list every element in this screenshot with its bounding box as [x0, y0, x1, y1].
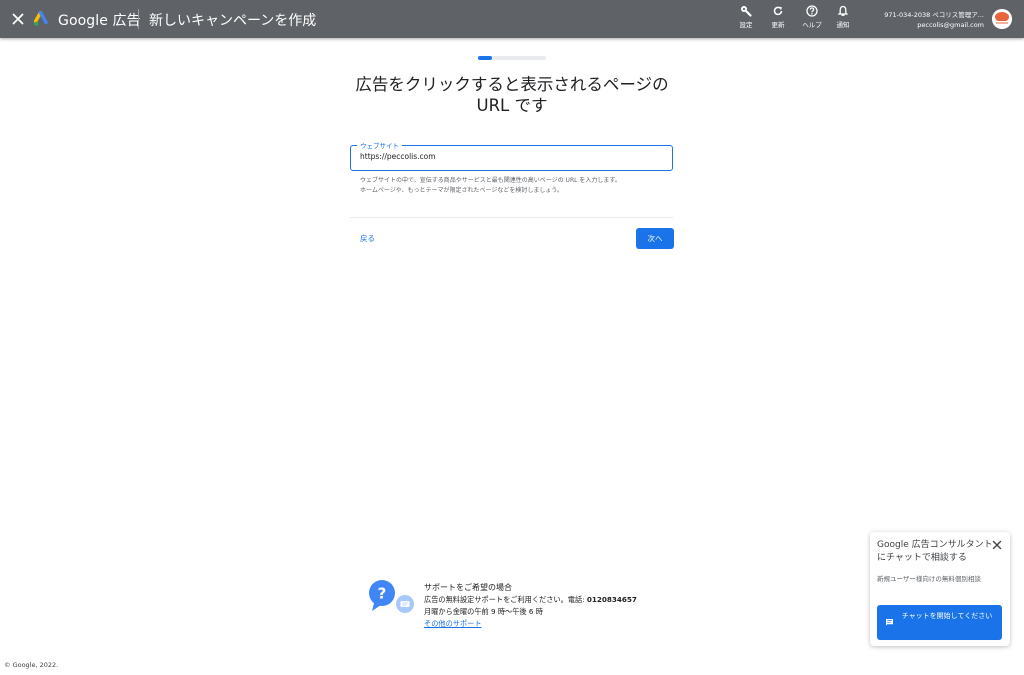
help-button[interactable]: ヘルプ — [796, 5, 828, 29]
account-logo-icon — [992, 9, 1012, 29]
account-id: 971-034-2038 ペコリス管理ア... — [884, 11, 984, 19]
back-button[interactable]: 戻る — [360, 233, 375, 244]
chat-title: Google 広告コンサルタントにチャットで相談する — [877, 540, 993, 563]
chat-close-icon[interactable] — [991, 539, 1003, 551]
support-info: サポートをご希望の場合 広告の無料設定サポートをご利用ください。電話: 0120… — [424, 582, 637, 630]
start-chat-label: チャットを開始してください — [901, 612, 993, 620]
bell-icon — [837, 5, 849, 16]
main-heading: 広告をクリックすると表示されるページの URL です — [312, 74, 712, 116]
settings-button[interactable]: 設定 — [730, 5, 762, 29]
chat-bubble-icon — [886, 619, 893, 626]
refresh-icon — [773, 6, 783, 16]
account-info[interactable]: 971-034-2038 ペコリス管理ア... peccolis@gmail.c… — [884, 10, 984, 30]
next-button[interactable]: 次へ — [636, 228, 674, 249]
start-chat-button[interactable]: チャットを開始してください — [877, 605, 1002, 640]
website-input[interactable] — [360, 152, 660, 161]
progress-fill — [478, 56, 492, 60]
google-ads-logo-icon — [34, 11, 48, 26]
form-divider — [350, 217, 673, 218]
support-hours: 月曜から金曜の午前 9 時〜午後 6 時 — [424, 607, 543, 616]
support-chat-icon: ? — [369, 580, 414, 613]
svg-text:?: ? — [378, 585, 387, 603]
wrench-icon — [741, 6, 752, 17]
website-field-label: ウェブサイト — [357, 140, 402, 150]
website-hint: ウェブサイトの中で、宣伝する商品やサービスと最も関連性の高いページの URL を… — [360, 176, 680, 196]
help-label: ヘルプ — [802, 21, 822, 29]
top-bar: Google 広告 新しいキャンペーンを作成 設定 更新 ヘルプ 通知 971-… — [0, 0, 1024, 38]
settings-label: 設定 — [739, 21, 753, 29]
notifications-button[interactable]: 通知 — [827, 5, 859, 29]
avatar[interactable] — [992, 9, 1012, 29]
refresh-label: 更新 — [771, 21, 785, 29]
chat-description: 新規ユーザー様向けの無料個別相談 — [877, 575, 981, 583]
notifications-label: 通知 — [836, 21, 850, 29]
refresh-button[interactable]: 更新 — [762, 5, 794, 29]
progress-bar — [478, 56, 546, 60]
hint-line-2: ホームページや、もっとテーマが限定されたページなどを検討しましょう。 — [360, 187, 564, 194]
brand-name: Google 広告 — [58, 13, 141, 29]
other-support-link[interactable]: その他のサポート — [424, 619, 482, 628]
support-text: 広告の無料設定サポートをご利用ください。電話: — [424, 595, 587, 604]
support-line-1: 広告の無料設定サポートをご利用ください。電話: 0120834657 — [424, 594, 637, 606]
support-phone: 0120834657 — [586, 595, 637, 604]
hint-line-1: ウェブサイトの中で、宣伝する商品やサービスと最も関連性の高いページの URL を… — [360, 177, 621, 184]
footer-copyright: © Google, 2022. — [4, 661, 59, 669]
support-title: サポートをご希望の場合 — [424, 583, 512, 592]
close-icon[interactable] — [9, 10, 27, 28]
page-title: 新しいキャンペーンを作成 — [149, 13, 317, 29]
website-field[interactable]: ウェブサイト — [350, 140, 673, 171]
heading-line-1: 広告をクリックすると表示されるページの — [355, 75, 669, 94]
account-email: peccolis@gmail.com — [917, 21, 984, 29]
heading-line-2: URL です — [476, 96, 548, 115]
header-divider — [138, 9, 139, 29]
chat-widget: Google 広告コンサルタントにチャットで相談する 新規ユーザー様向けの無料個… — [870, 532, 1010, 646]
help-icon — [806, 5, 818, 17]
